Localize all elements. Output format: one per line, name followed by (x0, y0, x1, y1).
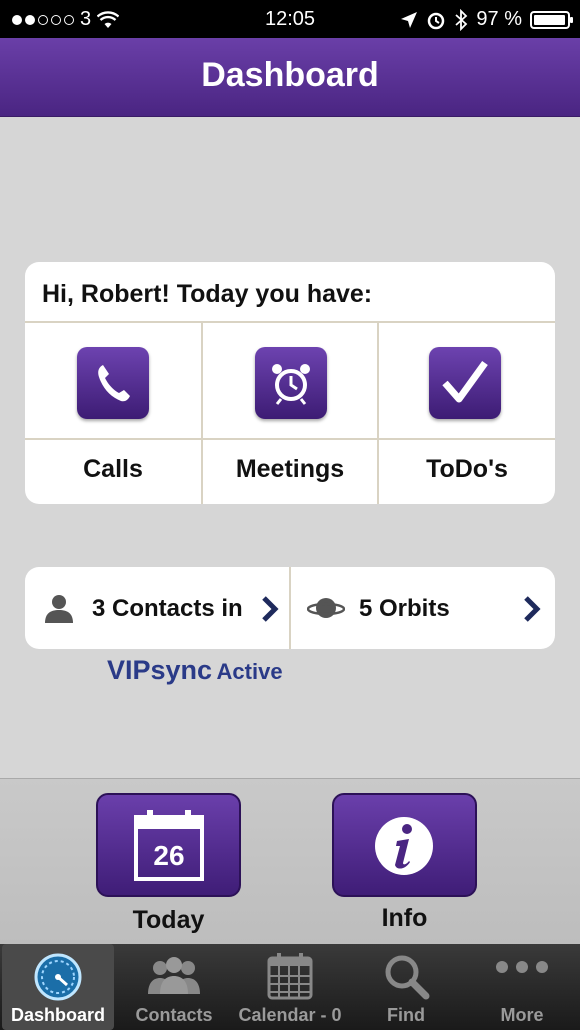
vipsync-name: VIPsync (107, 655, 213, 685)
tab-calendar[interactable]: Calendar - 0 (232, 944, 348, 1030)
tab-label: Find (387, 1005, 425, 1025)
contacts-link[interactable]: 3 Contacts in (25, 567, 289, 649)
contacts-count-text: 3 Contacts in (92, 595, 243, 622)
tab-more[interactable]: More (464, 944, 580, 1030)
vipsync-state: Active (216, 659, 283, 684)
planet-icon (307, 598, 345, 618)
more-dots-icon (496, 961, 548, 973)
person-icon (45, 595, 73, 623)
alarm-clock-icon (255, 347, 327, 419)
tab-contacts[interactable]: Contacts (116, 944, 232, 1030)
orbits-link[interactable]: 5 Orbits (291, 567, 555, 649)
tab-find[interactable]: Find (348, 944, 464, 1030)
vipsync-status: VIPsync Active (107, 655, 283, 686)
quick-links-card: 3 Contacts in 5 Orbits (25, 567, 555, 649)
meetings-label: Meetings (235, 455, 345, 483)
bluetooth-icon (455, 8, 468, 31)
location-arrow-icon (401, 11, 418, 28)
tab-bar: Dashboard Contacts Calendar - 0 Find Mor… (0, 944, 580, 1030)
navigation-bar: Dashboard (0, 38, 580, 117)
alarm-icon (428, 12, 445, 29)
info-label: Info (381, 904, 428, 932)
magnifier-icon (385, 955, 430, 1000)
calls-label: Calls (83, 455, 143, 483)
status-right: 97 % (400, 8, 573, 31)
battery-icon (530, 10, 573, 29)
battery-percent: 97 % (476, 8, 522, 30)
meetings-tile[interactable]: Meetings (203, 325, 377, 504)
tab-label: Contacts (135, 1005, 213, 1025)
status-bar: 3 12:05 97 % (0, 0, 580, 38)
chevron-right-icon (262, 596, 279, 622)
page-title: Dashboard (201, 56, 379, 94)
info-button[interactable] (332, 793, 477, 897)
people-icon (148, 957, 200, 994)
tab-label: More (500, 1005, 544, 1025)
info-icon (375, 817, 433, 875)
today-date-number: 26 (153, 840, 184, 871)
tab-dashboard[interactable]: Dashboard (2, 944, 114, 1030)
tab-label: Calendar - 0 (238, 1005, 342, 1025)
todos-tile[interactable]: ToDo's (379, 325, 555, 504)
today-summary-card: Hi, Robert! Today you have: Calls Meetin… (25, 262, 555, 504)
divider (25, 321, 555, 323)
today-button[interactable]: 26 (96, 793, 241, 897)
calendar-icon (267, 953, 313, 1000)
chevron-right-icon (524, 596, 541, 622)
orbits-count-text: 5 Orbits (359, 595, 450, 622)
today-label: Today (132, 906, 205, 934)
tab-label: Dashboard (10, 1005, 106, 1025)
greeting-text: Hi, Robert! Today you have: (42, 280, 373, 308)
calls-tile[interactable]: Calls (25, 325, 201, 504)
speedometer-icon (34, 953, 82, 1001)
calendar-day-icon: 26 (134, 810, 204, 881)
todos-label: ToDo's (426, 455, 508, 483)
phone-icon (77, 347, 149, 419)
checkmark-icon (429, 347, 501, 419)
quick-actions-panel (0, 778, 580, 945)
